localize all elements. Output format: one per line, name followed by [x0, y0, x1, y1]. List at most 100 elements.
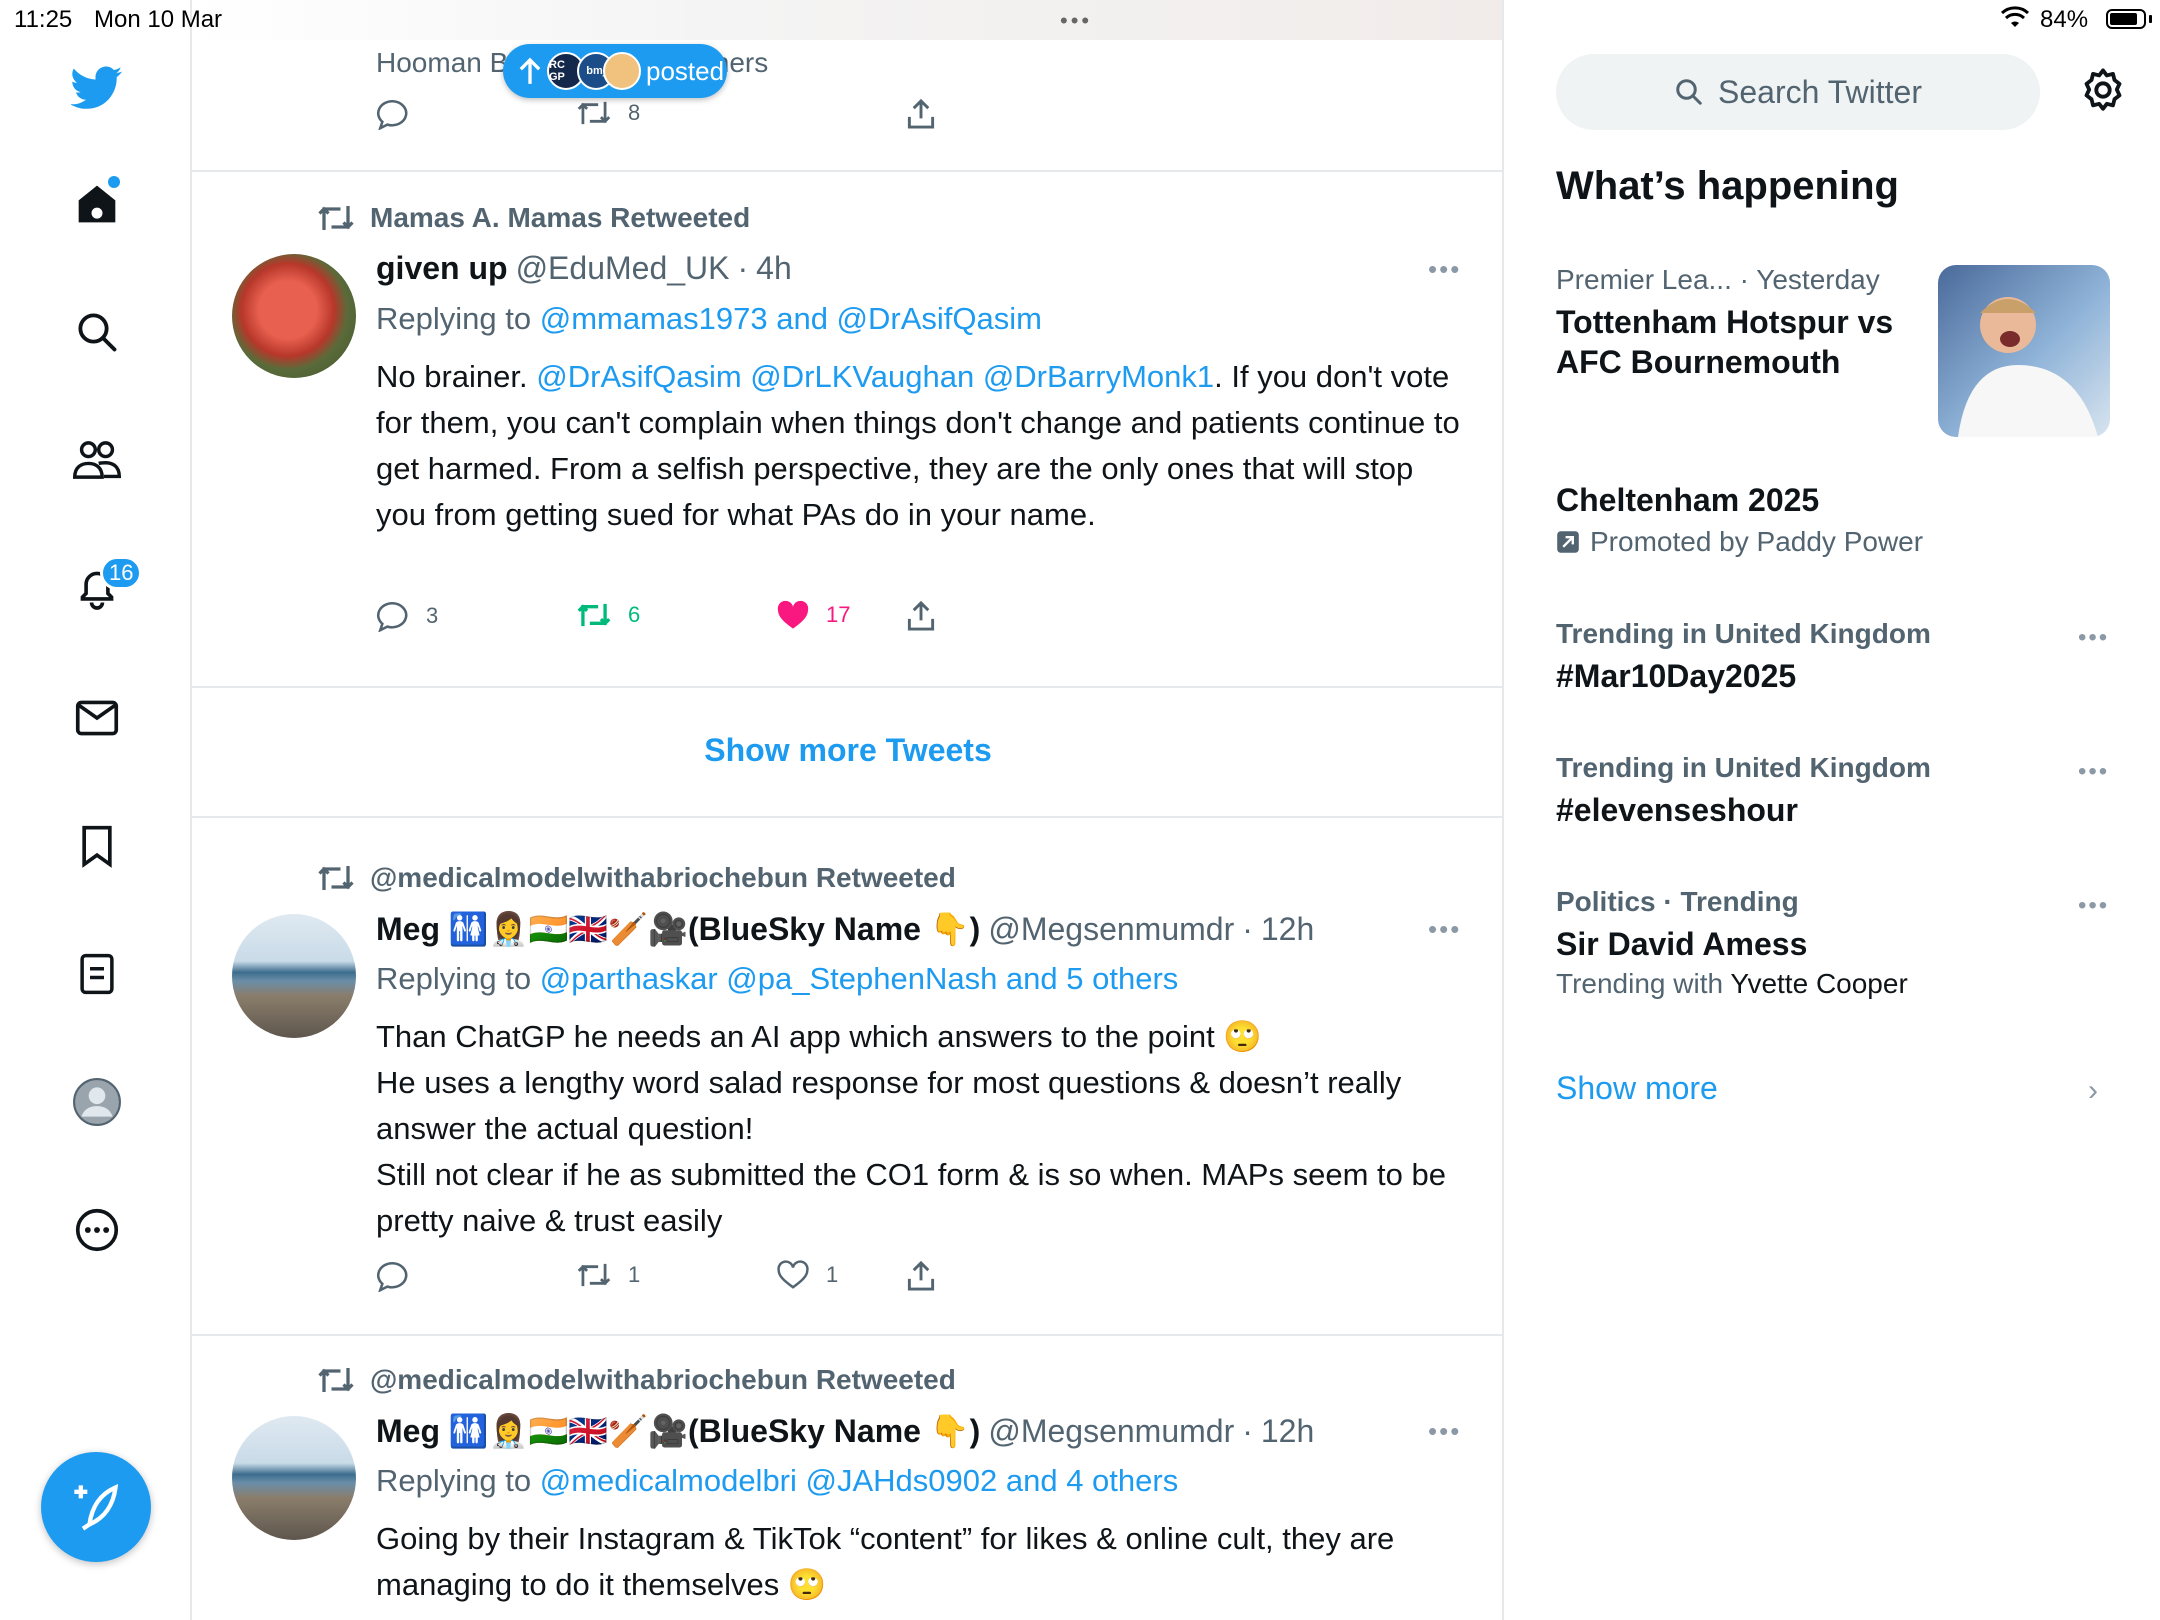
avatar[interactable]: [232, 1416, 356, 1540]
twitter-logo-icon[interactable]: [71, 62, 123, 114]
avatar[interactable]: [232, 254, 356, 378]
retweet-count: 1: [628, 1262, 641, 1287]
messages-envelope-icon[interactable]: [71, 692, 123, 744]
replying-prefix: Replying to: [376, 301, 532, 336]
replying-to: Replying to @mmamas1973 and @DrAsifQasim: [376, 296, 1461, 342]
trend-more-icon[interactable]: •••: [2078, 624, 2109, 652]
battery-icon: [2106, 9, 2146, 29]
separator: ·: [737, 250, 749, 286]
new-posts-pill[interactable]: RC GP bmj posted: [503, 44, 727, 98]
tweet-line: Still not clear if he as submitted the C…: [376, 1157, 1446, 1238]
tweet-mentions[interactable]: @DrAsifQasim @DrLKVaughan @DrBarryMonk1: [536, 359, 1214, 394]
tweet-more-icon[interactable]: •••: [1428, 1416, 1461, 1447]
trend-title: #elevenseshour: [1556, 792, 1798, 828]
tweet-header: Meg 🚻👩‍⚕️🇮🇳🇬🇧🏏🎥(BlueSky Name 👇) @Megsenm…: [376, 1412, 1314, 1450]
replying-links[interactable]: @mmamas1973 and @DrAsifQasim: [540, 301, 1042, 336]
like-button[interactable]: 17: [776, 600, 850, 630]
avatar[interactable]: [232, 914, 356, 1038]
heart-filled-icon: [777, 600, 809, 629]
tweet-time[interactable]: 12h: [1261, 911, 1314, 948]
tweet-more-icon[interactable]: •••: [1428, 914, 1461, 945]
share-button[interactable]: [906, 1260, 936, 1292]
share-icon: [907, 1260, 935, 1291]
right-sidebar: Search Twitter What’s happening Premier …: [1504, 0, 2160, 1620]
replying-prefix: Replying to: [376, 1463, 532, 1498]
author-handle[interactable]: @EduMed_UK: [516, 250, 730, 287]
trend-time: · Yesterday: [1739, 264, 1880, 295]
retweet-count: 8: [628, 100, 641, 125]
reply-button[interactable]: [376, 98, 410, 130]
trend-category: Trending in United Kingdom: [1556, 752, 1931, 783]
replying-to: Replying to @medicalmodelbri @JAHds0902 …: [376, 1458, 1461, 1504]
retweet-small-icon: [318, 206, 354, 230]
separator: ·: [1242, 1413, 1253, 1449]
status-bar: 11:25 Mon 10 Mar ••• 84%: [0, 0, 2160, 40]
trend-item[interactable]: Politics · Trending Sir David Amess Tren…: [1556, 886, 2116, 1000]
retweet-count: 6: [628, 602, 641, 627]
retweet-icon: [577, 1263, 611, 1287]
retweet-small-icon: [318, 1368, 354, 1392]
tweet-more-icon[interactable]: •••: [1428, 254, 1461, 285]
author-handle[interactable]: @Megsenmumdr: [988, 1413, 1234, 1450]
tweet-time[interactable]: 12h: [1261, 1413, 1314, 1450]
communities-icon[interactable]: [71, 434, 123, 486]
retweet-button[interactable]: 8: [576, 98, 640, 128]
lists-icon[interactable]: [71, 948, 123, 1000]
replying-prefix: Replying to: [376, 961, 532, 996]
share-button[interactable]: [906, 600, 936, 632]
trend-item[interactable]: Trending in United Kingdom #elevenseshou…: [1556, 752, 2116, 830]
trend-item[interactable]: Trending in United Kingdom #Mar10Day2025: [1556, 618, 2116, 696]
retweet-button[interactable]: 1: [576, 1260, 640, 1290]
heart-outline-icon: [777, 1260, 809, 1289]
author-name[interactable]: given up: [376, 250, 508, 287]
retweet-active-icon: [577, 603, 611, 627]
reply-icon: [377, 601, 408, 632]
replying-to: Replying to @parthaskar @pa_StephenNash …: [376, 956, 1461, 1002]
tweet-actions: 3 6 17: [376, 600, 1096, 640]
trend-with-prefix: Trending with: [1556, 968, 1724, 999]
author-handle[interactable]: @Megsenmumdr: [988, 911, 1234, 948]
tweet-text: No brainer. @DrAsifQasim @DrLKVaughan @D…: [376, 354, 1461, 538]
trend-category: Politics · Trending: [1556, 886, 1799, 917]
tweet-line: Than ChatGP he needs an AI app which ans…: [376, 1019, 1262, 1054]
notifications-badge: 16: [100, 556, 143, 590]
replying-links[interactable]: @medicalmodelbri @JAHds0902 and 4 others: [540, 1463, 1178, 1498]
trend-thumbnail[interactable]: [1938, 265, 2110, 437]
trend-with-name[interactable]: Yvette Cooper: [1730, 968, 1907, 999]
share-button[interactable]: [906, 98, 936, 130]
left-nav: 16: [0, 0, 192, 1620]
trend-title: #Mar10Day2025: [1556, 658, 1797, 694]
retweet-button[interactable]: 6: [576, 600, 640, 630]
promoted-icon: [1557, 531, 1579, 553]
profile-avatar-icon[interactable]: [71, 1076, 123, 1128]
chevron-right-icon[interactable]: ›: [2088, 1074, 2098, 1108]
tweet-time[interactable]: 4h: [756, 250, 792, 287]
settings-gear-icon[interactable]: [2080, 67, 2126, 118]
show-more-link[interactable]: Show more: [1556, 1070, 1718, 1107]
like-button[interactable]: 1: [776, 1260, 838, 1290]
reply-icon: [377, 1261, 408, 1292]
trend-more-icon[interactable]: •••: [2078, 892, 2109, 920]
explore-search-icon[interactable]: [71, 306, 123, 358]
author-name[interactable]: Meg 🚻👩‍⚕️🇮🇳🇬🇧🏏🎥(BlueSky Name 👇): [376, 910, 980, 948]
reply-button[interactable]: 3: [376, 600, 438, 632]
search-input[interactable]: Search Twitter: [1556, 54, 2040, 130]
more-circle-icon[interactable]: [71, 1204, 123, 1256]
trend-item-promoted[interactable]: Cheltenham 2025 Promoted by Paddy Power: [1556, 480, 2116, 558]
feather-plus-icon: [74, 1484, 119, 1531]
battery-tip: [2149, 15, 2152, 23]
author-name[interactable]: Meg 🚻👩‍⚕️🇮🇳🇬🇧🏏🎥(BlueSky Name 👇): [376, 1412, 980, 1450]
search-placeholder: Search Twitter: [1718, 73, 1922, 110]
compose-tweet-button[interactable]: [41, 1452, 151, 1562]
pill-avatar-dog: [603, 52, 641, 90]
reply-button[interactable]: [376, 1260, 410, 1292]
pill-label: posted: [646, 56, 725, 86]
trend-more-icon[interactable]: •••: [2078, 758, 2109, 786]
tweet-text-prefix: No brainer.: [376, 359, 528, 394]
retweet-small-icon: [318, 866, 354, 890]
share-icon: [907, 600, 935, 631]
show-more-tweets-button[interactable]: Show more Tweets: [192, 680, 1502, 820]
bookmarks-icon[interactable]: [71, 820, 123, 872]
multitask-dots-icon[interactable]: •••: [1060, 8, 1092, 34]
replying-links[interactable]: @parthaskar @pa_StephenNash and 5 others: [540, 961, 1179, 996]
